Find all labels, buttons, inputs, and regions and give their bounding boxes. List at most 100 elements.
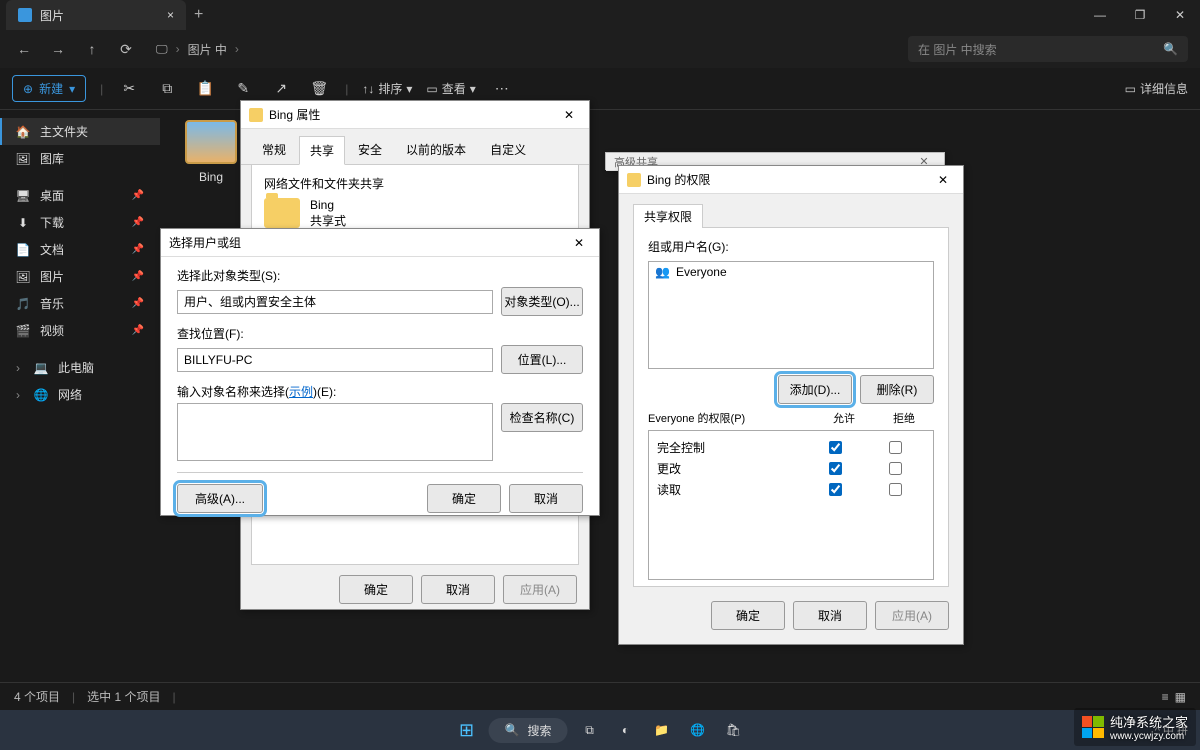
sidebar-item-network[interactable]: ›🌐网络 bbox=[0, 381, 160, 408]
list-view-button[interactable]: ≡ bbox=[1162, 690, 1169, 704]
folder-icon bbox=[627, 173, 641, 187]
desktop-icon: 🖥 bbox=[16, 189, 30, 203]
sidebar-item-desktop[interactable]: 🖥桌面📌 bbox=[0, 182, 160, 209]
permission-row: 读取 bbox=[649, 479, 933, 500]
paste-button[interactable]: 📋 bbox=[193, 77, 217, 101]
up-button[interactable]: ↑ bbox=[80, 41, 104, 57]
watermark: 纯净系统之家 www.ycwjzy.com bbox=[1074, 708, 1196, 746]
dialog-title: Bing 属性 bbox=[269, 106, 320, 123]
maximize-button[interactable]: ❐ bbox=[1120, 0, 1160, 30]
remove-button[interactable]: 删除(R) bbox=[860, 375, 934, 404]
minimize-button[interactable]: — bbox=[1080, 0, 1120, 30]
dialog-titlebar[interactable]: Bing 属性 ✕ bbox=[241, 101, 589, 129]
allow-checkbox[interactable] bbox=[829, 483, 842, 496]
sidebar-item-thispc[interactable]: ›💻此电脑 bbox=[0, 354, 160, 381]
documents-icon: 📄 bbox=[16, 243, 30, 257]
pin-icon: 📌 bbox=[132, 271, 144, 282]
breadcrumb[interactable]: 🖵 › 图片 中 › bbox=[156, 41, 239, 58]
tab-previous[interactable]: 以前的版本 bbox=[395, 135, 477, 164]
cancel-button[interactable]: 取消 bbox=[421, 575, 495, 604]
back-button[interactable]: ← bbox=[12, 41, 36, 57]
new-button[interactable]: ⊕ 新建 ▾ bbox=[12, 75, 86, 102]
permission-row: 更改 bbox=[649, 458, 933, 479]
window-controls: — ❐ ✕ bbox=[1080, 0, 1200, 30]
rename-button[interactable]: ✎ bbox=[231, 77, 255, 101]
add-button[interactable]: 添加(D)... bbox=[778, 375, 852, 404]
section-title: 网络文件和文件夹共享 bbox=[264, 175, 566, 192]
search-box[interactable]: 在 图片 中搜索 🔍 bbox=[908, 36, 1188, 62]
close-icon[interactable]: ✕ bbox=[557, 108, 581, 122]
share-state: 共享式 bbox=[310, 212, 346, 229]
close-icon[interactable]: ✕ bbox=[567, 236, 591, 250]
monitor-icon: 🖵 bbox=[156, 42, 168, 57]
close-icon[interactable]: ✕ bbox=[931, 173, 955, 187]
grid-view-button[interactable]: ▦ bbox=[1175, 690, 1186, 704]
copy-button[interactable]: ⧉ bbox=[155, 77, 179, 101]
object-name-input[interactable] bbox=[177, 403, 493, 461]
permissions-for-label: Everyone 的权限(P) bbox=[648, 410, 814, 426]
example-link[interactable]: 示例 bbox=[289, 385, 313, 399]
close-window-button[interactable]: ✕ bbox=[1160, 0, 1200, 30]
apply-button[interactable]: 应用(A) bbox=[503, 575, 577, 604]
explorer-tab[interactable]: 图片 × bbox=[6, 0, 186, 30]
sidebar-item-home[interactable]: 🏠 主文件夹 bbox=[0, 118, 160, 145]
windows-logo-icon bbox=[1082, 716, 1104, 738]
users-listbox[interactable]: 👥 Everyone bbox=[648, 261, 934, 369]
object-type-field[interactable] bbox=[177, 290, 493, 314]
ok-button[interactable]: 确定 bbox=[711, 601, 785, 630]
cancel-button[interactable]: 取消 bbox=[793, 601, 867, 630]
search-placeholder: 在 图片 中搜索 bbox=[918, 41, 997, 58]
sidebar-item-gallery[interactable]: 🖼 图库 bbox=[0, 145, 160, 172]
sidebar-item-videos[interactable]: 🎬视频📌 bbox=[0, 317, 160, 344]
tab-general[interactable]: 常规 bbox=[251, 135, 297, 164]
allow-checkbox[interactable] bbox=[829, 441, 842, 454]
folder-icon bbox=[264, 198, 300, 228]
forward-button[interactable]: → bbox=[46, 41, 70, 57]
dialog-title: Bing 的权限 bbox=[647, 171, 710, 188]
folder-bing[interactable]: Bing bbox=[176, 120, 246, 184]
taskbar-search[interactable]: 🔍 搜索 bbox=[489, 718, 568, 743]
tab-security[interactable]: 安全 bbox=[347, 135, 393, 164]
refresh-button[interactable]: ⟳ bbox=[114, 41, 138, 58]
list-item[interactable]: 👥 Everyone bbox=[651, 264, 931, 280]
ok-button[interactable]: 确定 bbox=[427, 484, 501, 513]
tab-customize[interactable]: 自定义 bbox=[479, 135, 537, 164]
start-button[interactable]: ⊞ bbox=[453, 716, 481, 744]
allow-checkbox[interactable] bbox=[829, 462, 842, 475]
advanced-button[interactable]: 高级(A)... bbox=[177, 484, 263, 513]
share-button[interactable]: ↗ bbox=[269, 77, 293, 101]
deny-checkbox[interactable] bbox=[889, 462, 902, 475]
object-types-button[interactable]: 对象类型(O)... bbox=[501, 287, 583, 316]
cancel-button[interactable]: 取消 bbox=[509, 484, 583, 513]
new-tab-button[interactable]: + bbox=[194, 6, 203, 24]
sort-button[interactable]: ↑↓ 排序 ▾ bbox=[362, 80, 412, 97]
store-taskbar-icon[interactable]: 🛍 bbox=[719, 716, 747, 744]
ok-button[interactable]: 确定 bbox=[339, 575, 413, 604]
widgets-button[interactable]: ◐ bbox=[611, 716, 639, 744]
locations-button[interactable]: 位置(L)... bbox=[501, 345, 583, 374]
dialog-titlebar[interactable]: Bing 的权限 ✕ bbox=[619, 166, 963, 194]
dialog-titlebar[interactable]: 选择用户或组 ✕ bbox=[161, 229, 599, 257]
check-names-button[interactable]: 检查名称(C) bbox=[501, 403, 583, 432]
breadcrumb-item[interactable]: 图片 中 bbox=[188, 41, 227, 58]
sidebar-item-downloads[interactable]: ⬇下载📌 bbox=[0, 209, 160, 236]
view-button[interactable]: ▭ 查看 ▾ bbox=[426, 80, 475, 97]
task-view-button[interactable]: ⧉ bbox=[575, 716, 603, 744]
location-field[interactable] bbox=[177, 348, 493, 372]
share-object-name: Bing bbox=[310, 198, 346, 212]
tab-sharing[interactable]: 共享 bbox=[299, 136, 345, 165]
delete-button[interactable]: 🗑 bbox=[307, 77, 331, 101]
sidebar-item-documents[interactable]: 📄文档📌 bbox=[0, 236, 160, 263]
apply-button[interactable]: 应用(A) bbox=[875, 601, 949, 630]
close-tab-icon[interactable]: × bbox=[167, 8, 174, 22]
cut-button[interactable]: ✂ bbox=[117, 77, 141, 101]
tab-share-permissions[interactable]: 共享权限 bbox=[633, 204, 703, 228]
explorer-taskbar-icon[interactable]: 📁 bbox=[647, 716, 675, 744]
sidebar-item-music[interactable]: 🎵音乐📌 bbox=[0, 290, 160, 317]
deny-checkbox[interactable] bbox=[889, 483, 902, 496]
details-button[interactable]: ▭ 详细信息 bbox=[1125, 80, 1188, 97]
deny-checkbox[interactable] bbox=[889, 441, 902, 454]
edge-taskbar-icon[interactable]: 🌐 bbox=[683, 716, 711, 744]
sidebar-item-pictures[interactable]: 🖼图片📌 bbox=[0, 263, 160, 290]
more-button[interactable]: ⋯ bbox=[490, 77, 514, 101]
